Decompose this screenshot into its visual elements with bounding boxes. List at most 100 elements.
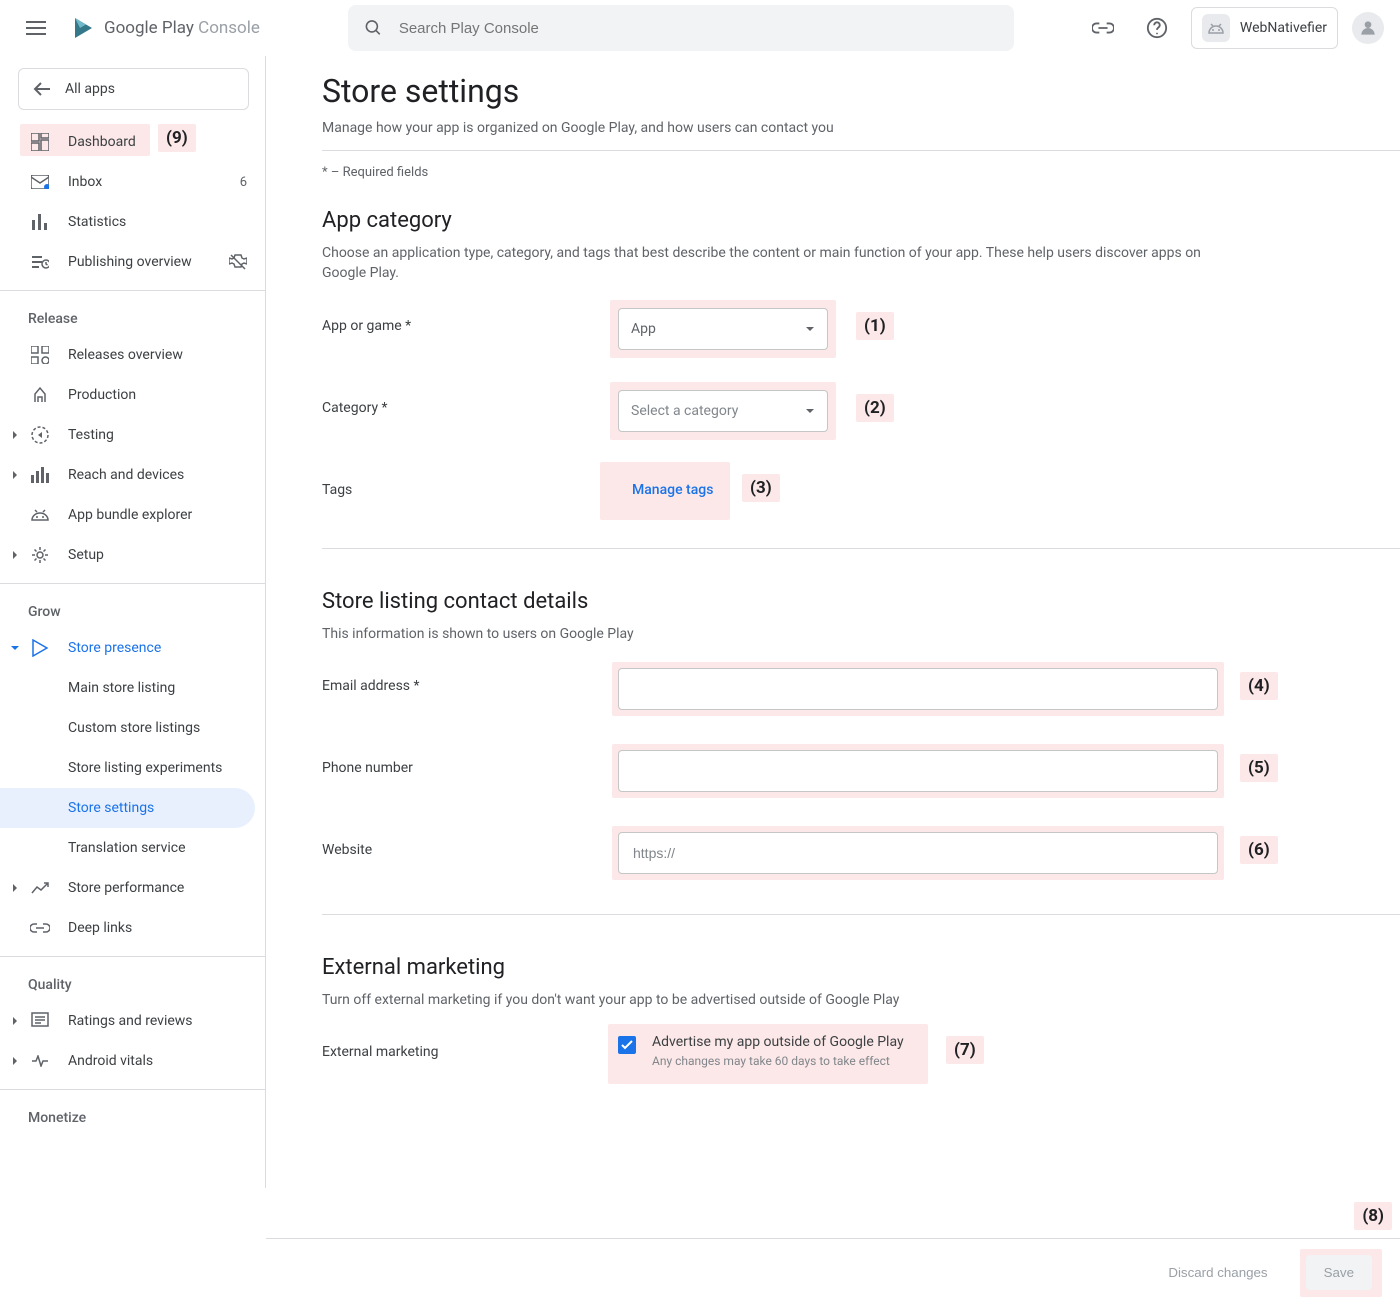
sidebar-item-store-performance[interactable]: Store performance [0, 868, 265, 908]
play-logo-icon [72, 16, 96, 40]
section-external-desc: Turn off external marketing if you don't… [322, 990, 1222, 1010]
sidebar-item-bundle[interactable]: App bundle explorer [0, 495, 265, 535]
sidebar-item-main-listing[interactable]: Main store listing [0, 668, 265, 708]
search-input[interactable] [399, 20, 998, 37]
sidebar-item-ratings[interactable]: Ratings and reviews [0, 1001, 265, 1041]
help-icon [1146, 17, 1168, 39]
chevron-down-icon [805, 408, 815, 414]
search-box[interactable] [348, 5, 1014, 51]
manage-tags-button[interactable]: Manage tags [618, 472, 727, 508]
label-phone: Phone number [322, 750, 618, 776]
chevron-right-icon [6, 470, 24, 480]
callout-5: (5) [1240, 754, 1278, 782]
label-website: Website [322, 832, 618, 858]
input-website[interactable] [618, 832, 1218, 874]
section-release: Release [0, 291, 265, 335]
section-app-category-desc: Choose an application type, category, an… [322, 243, 1222, 284]
all-apps-button[interactable]: All apps [18, 68, 249, 110]
section-contact-title: Store listing contact details [322, 589, 1400, 614]
sidebar-item-custom-listings[interactable]: Custom store listings [0, 708, 265, 748]
all-apps-label: All apps [65, 81, 115, 97]
callout-6: (6) [1240, 836, 1278, 864]
sidebar-item-label: Statistics [68, 214, 247, 230]
logo[interactable]: Google Play Console [72, 16, 260, 40]
sidebar-item-publishing[interactable]: Publishing overview [0, 242, 265, 282]
sidebar-item-vitals[interactable]: Android vitals [0, 1041, 265, 1081]
bundle-icon [30, 508, 50, 522]
sidebar-item-label: App bundle explorer [68, 507, 247, 523]
sidebar-item-label: Main store listing [68, 680, 247, 696]
select-category[interactable]: Select a category [618, 390, 828, 432]
section-contact-desc: This information is shown to users on Go… [322, 624, 1222, 644]
sidebar-item-experiments[interactable]: Store listing experiments [0, 748, 265, 788]
sidebar-item-testing[interactable]: Testing [0, 415, 265, 455]
label-tags: Tags [322, 472, 618, 498]
save-button[interactable]: Save [1306, 1255, 1372, 1290]
section-grow: Grow [0, 584, 265, 628]
select-value: App [631, 321, 656, 337]
sidebar-item-label: Setup [68, 547, 247, 563]
callout-2: (2) [856, 394, 894, 422]
section-external-title: External marketing [322, 955, 1400, 980]
select-app-or-game[interactable]: App [618, 308, 828, 350]
sidebar-item-label: Store performance [68, 880, 247, 896]
link-icon [1092, 22, 1114, 34]
sidebar-item-translation[interactable]: Translation service [0, 828, 265, 868]
sidebar-item-label: Releases overview [68, 347, 247, 363]
sidebar-item-label: Testing [68, 427, 247, 443]
sidebar-item-dashboard[interactable]: Dashboard [0, 122, 265, 162]
sidebar-item-label: Dashboard [68, 134, 247, 150]
managed-off-icon [229, 253, 247, 271]
sidebar-item-label: Inbox [68, 174, 222, 190]
chevron-right-icon [6, 883, 24, 893]
label-email: Email address * [322, 668, 618, 694]
section-app-category-title: App category [322, 208, 1400, 233]
link-button[interactable] [1083, 8, 1123, 48]
chevron-down-icon [6, 644, 24, 652]
chevron-right-icon [6, 1056, 24, 1066]
person-icon [1358, 18, 1378, 38]
sidebar-item-store-presence[interactable]: Store presence [0, 628, 265, 668]
callout-8: (8) [1354, 1202, 1392, 1230]
sidebar-item-label: Store listing experiments [68, 760, 247, 776]
sidebar-item-production[interactable]: Production [0, 375, 265, 415]
avatar[interactable] [1352, 12, 1384, 44]
logo-text: Google Play Console [104, 18, 260, 38]
sidebar-item-label: Store settings [68, 800, 237, 816]
stats-icon [30, 214, 50, 230]
android-icon [1202, 14, 1230, 42]
gear-icon [30, 546, 50, 564]
input-email[interactable] [618, 668, 1218, 710]
releases-icon [30, 346, 50, 364]
chevron-right-icon [6, 1016, 24, 1026]
account-chip[interactable]: WebNativefier [1191, 7, 1338, 49]
checkbox-label: Advertise my app outside of Google Play [652, 1034, 904, 1050]
production-icon [30, 386, 50, 404]
search-icon [364, 18, 383, 38]
sidebar-item-reach[interactable]: Reach and devices [0, 455, 265, 495]
help-button[interactable] [1137, 8, 1177, 48]
sidebar-item-label: Store presence [68, 640, 247, 656]
section-monetize: Monetize [0, 1090, 265, 1134]
sidebar-item-releases-overview[interactable]: Releases overview [0, 335, 265, 375]
testing-icon [30, 426, 50, 444]
main-content: Store settings Manage how your app is or… [266, 56, 1400, 1188]
sidebar-item-label: Production [68, 387, 247, 403]
callout-3: (3) [742, 474, 780, 502]
required-note: * – Required fields [322, 165, 1400, 180]
menu-button[interactable] [16, 8, 56, 48]
discard-button[interactable]: Discard changes [1150, 1255, 1285, 1290]
sidebar-item-statistics[interactable]: Statistics [0, 202, 265, 242]
label-app-or-game: App or game * [322, 308, 618, 334]
sidebar-item-deep-links[interactable]: Deep links [0, 908, 265, 948]
hamburger-icon [26, 21, 46, 35]
sidebar-item-setup[interactable]: Setup [0, 535, 265, 575]
inbox-icon [30, 175, 50, 189]
sidebar-item-store-settings[interactable]: Store settings [0, 788, 255, 828]
checkbox-external-marketing[interactable] [618, 1036, 636, 1054]
input-phone[interactable] [618, 750, 1218, 792]
callout-7: (7) [946, 1036, 984, 1064]
sidebar-item-inbox[interactable]: Inbox 6 [0, 162, 265, 202]
link-icon [30, 923, 50, 933]
select-placeholder: Select a category [631, 403, 738, 419]
